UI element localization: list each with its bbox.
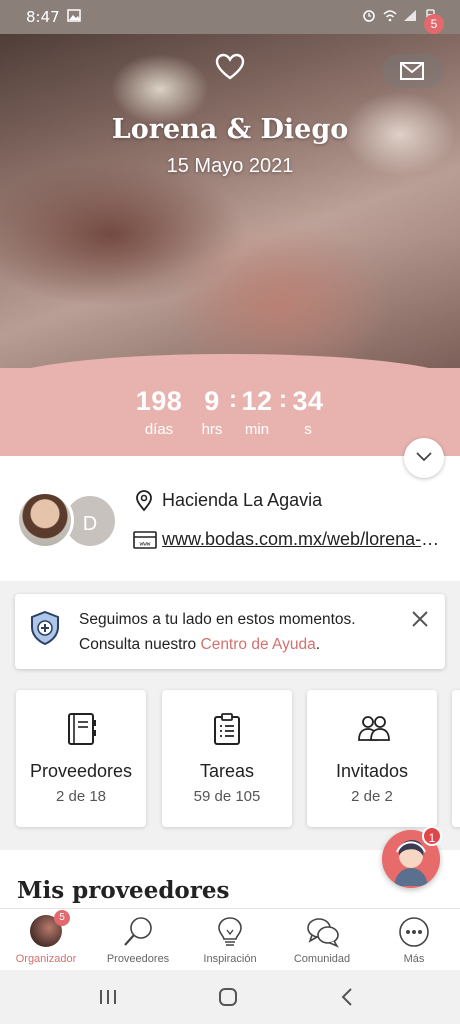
location-pin-icon xyxy=(136,490,152,512)
chat-bubbles-icon xyxy=(307,918,339,948)
hours-value: 9 xyxy=(204,386,220,416)
nav-vendors[interactable]: Proveedores xyxy=(92,909,184,971)
wedding-date: 15 Mayo 2021 xyxy=(166,155,294,177)
nav-organizer[interactable]: 5 Organizador xyxy=(0,909,92,971)
countdown-seconds: 34 s xyxy=(289,386,327,438)
notice-message: Seguimos a tu lado en estos momentos. Co… xyxy=(79,607,356,657)
close-icon[interactable] xyxy=(411,610,429,628)
alarm-icon xyxy=(363,10,375,22)
home-icon[interactable] xyxy=(218,988,238,1006)
countdown-band: 198 días 9 hrs : 12 min : 34 s xyxy=(0,354,460,456)
lightbulb-icon xyxy=(218,917,242,946)
nav-community[interactable]: Comunidad xyxy=(276,909,368,971)
card-title: Proveedores xyxy=(29,761,133,781)
nav-label: Comunidad xyxy=(293,953,351,965)
status-time: 8:47 xyxy=(26,8,60,26)
web-icon: www xyxy=(133,531,157,549)
card-tasks[interactable]: Tareas 59 de 105 xyxy=(162,690,292,827)
seconds-value: 34 xyxy=(292,386,324,416)
notice-line1: Seguimos a tu lado en estos momentos. xyxy=(79,611,356,628)
organizer-badge: 5 xyxy=(54,910,70,926)
card-subtitle: 2 de 2 xyxy=(351,788,393,805)
colon-separator: : xyxy=(229,386,237,413)
chevron-down-icon xyxy=(416,452,432,462)
hero-photo: Lorena & Diego 15 Mayo 2021 xyxy=(0,34,460,370)
days-value: 198 xyxy=(135,386,183,416)
card-next-peek[interactable] xyxy=(452,690,460,827)
couple-names: Lorena & Diego xyxy=(111,114,349,145)
signal-icon xyxy=(404,10,416,21)
search-icon xyxy=(124,917,152,946)
countdown-hours: 9 hrs xyxy=(196,386,228,438)
section-title: Mis proveedores xyxy=(17,877,230,904)
shield-icon xyxy=(31,610,59,646)
assistant-badge: 1 xyxy=(422,826,442,846)
countdown-minutes: 12 min xyxy=(238,386,276,438)
venue-name[interactable]: Hacienda La Agavia xyxy=(162,490,322,511)
notice-line2: Consulta nuestro Centro de Ayuda. xyxy=(79,632,356,657)
help-notice: Seguimos a tu lado en estos momentos. Co… xyxy=(15,594,445,669)
gallery-icon xyxy=(67,9,81,22)
expand-button[interactable] xyxy=(404,438,444,478)
address-book-icon xyxy=(68,713,96,745)
card-subtitle: 59 de 105 xyxy=(193,788,261,805)
nav-label: Más xyxy=(403,953,425,965)
clipboard-list-icon xyxy=(214,713,240,745)
card-title: Tareas xyxy=(199,761,255,781)
messages-button[interactable] xyxy=(382,54,444,88)
notice-line2-prefix: Consulta nuestro xyxy=(79,636,201,653)
status-bar: 8:47 xyxy=(0,0,460,34)
colon-separator: : xyxy=(279,386,287,413)
bottom-navigation: 5 Organizador Proveedores Inspiración Co… xyxy=(0,908,460,970)
seconds-label: s xyxy=(304,421,312,438)
messages-badge: 5 xyxy=(424,14,444,34)
more-dots-icon xyxy=(399,917,429,947)
nav-more[interactable]: Más xyxy=(368,909,460,971)
nav-inspiration[interactable]: Inspiración xyxy=(184,909,276,971)
heart-icon xyxy=(215,53,245,80)
days-label: días xyxy=(144,421,174,438)
system-navigation-bar xyxy=(0,970,460,1024)
nav-label: Organizador xyxy=(15,953,77,965)
user-avatar[interactable] xyxy=(16,491,74,549)
card-title: Invitados xyxy=(335,761,409,781)
hours-label: hrs xyxy=(201,421,223,438)
notice-line2-suffix: . xyxy=(315,636,321,653)
card-vendors[interactable]: Proveedores 2 de 18 xyxy=(16,690,146,827)
recent-apps-icon[interactable] xyxy=(99,989,117,1005)
nav-label: Proveedores xyxy=(106,953,170,965)
guests-icon xyxy=(358,716,390,741)
nav-label: Inspiración xyxy=(203,953,257,965)
wedding-website-link[interactable]: www.bodas.com.mx/web/lorena-y-diego xyxy=(162,529,444,550)
wifi-icon xyxy=(383,10,397,22)
help-center-link[interactable]: Centro de Ayuda xyxy=(201,636,316,653)
card-subtitle: 2 de 18 xyxy=(55,788,107,805)
svg-text:www: www xyxy=(140,541,151,548)
countdown-days: 198 días xyxy=(130,386,188,438)
minutes-value: 12 xyxy=(241,386,273,416)
envelope-icon xyxy=(400,62,424,80)
back-icon[interactable] xyxy=(341,988,353,1006)
card-guests[interactable]: Invitados 2 de 2 xyxy=(307,690,437,827)
minutes-label: min xyxy=(244,421,270,438)
app-screen: 8:47 Lorena & Diego 15 Mayo 2021 5 198 d… xyxy=(0,0,460,1024)
